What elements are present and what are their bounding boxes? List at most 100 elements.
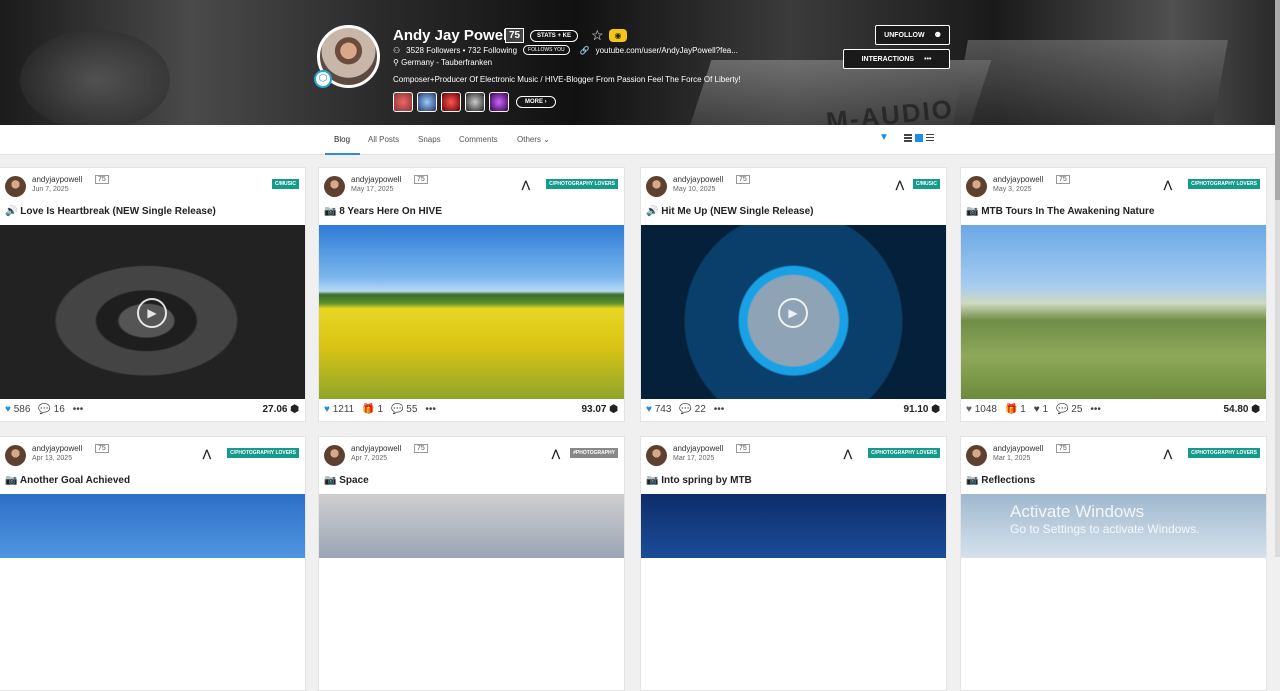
tab-snaps[interactable]: Snaps xyxy=(418,135,441,144)
author-avatar[interactable] xyxy=(324,176,345,197)
gift-count: 1 xyxy=(1020,404,1026,415)
more-icon[interactable]: ••• xyxy=(425,404,436,415)
filter-icon[interactable]: ▼ xyxy=(879,132,889,143)
post-title[interactable]: 🔊 Hit Me Up (NEW Single Release) xyxy=(646,206,813,217)
view-toggle xyxy=(904,134,934,142)
author-name[interactable]: andyjaypowell xyxy=(32,175,82,184)
community-badge[interactable]: C/PHOTOGRAPHY LOVERS xyxy=(868,448,940,458)
post-card[interactable]: andyjaypowell 75 Jun 7, 2025 C/MUSIC 🔊 L… xyxy=(0,167,306,422)
post-card[interactable]: andyjaypowell 75 Mar 1, 2025 ⋀ C/PHOTOGR… xyxy=(960,436,1267,691)
post-title[interactable]: 📷 Another Goal Achieved xyxy=(5,475,130,486)
heart-icon[interactable]: ♥ xyxy=(646,404,652,415)
post-title[interactable]: 📷 Space xyxy=(324,475,369,486)
badge-icon[interactable] xyxy=(465,92,485,112)
author-name[interactable]: andyjaypowell xyxy=(32,444,82,453)
profile-name: Andy Jay Powell xyxy=(393,27,512,44)
post-card[interactable]: andyjaypowell 75 Mar 17, 2025 ⋀ C/PHOTOG… xyxy=(640,436,947,691)
badge-icon[interactable] xyxy=(489,92,509,112)
interactions-button[interactable]: INTERACTIONS ••• xyxy=(843,49,950,69)
play-icon[interactable]: ▶ xyxy=(137,298,167,328)
author-avatar[interactable] xyxy=(324,445,345,466)
link-icon: 🔗 xyxy=(579,45,590,55)
page-scrollbar[interactable] xyxy=(1275,0,1280,557)
author-name[interactable]: andyjaypowell xyxy=(351,175,401,184)
post-date: Apr 7, 2025 xyxy=(351,455,388,462)
community-badge[interactable]: C/PHOTOGRAPHY LOVERS xyxy=(1188,179,1260,189)
author-name[interactable]: andyjaypowell xyxy=(673,444,723,453)
post-thumbnail[interactable] xyxy=(319,225,624,399)
tab-blog[interactable]: Blog xyxy=(334,135,350,144)
author-avatar[interactable] xyxy=(966,445,987,466)
author-avatar[interactable] xyxy=(966,176,987,197)
comment-icon[interactable]: 💬 xyxy=(1056,404,1068,415)
post-title[interactable]: 📷 8 Years Here On HIVE xyxy=(324,206,442,217)
post-title[interactable]: 📷 MTB Tours In The Awakening Nature xyxy=(966,206,1154,217)
post-card[interactable]: andyjaypowell 75 Apr 13, 2025 ⋀ C/PHOTOG… xyxy=(0,436,306,691)
post-thumbnail[interactable] xyxy=(319,494,624,558)
post-thumbnail[interactable] xyxy=(0,494,305,558)
community-badge[interactable]: C/PHOTOGRAPHY LOVERS xyxy=(1188,448,1260,458)
post-card[interactable]: andyjaypowell 75 May 10, 2025 ⋀ C/MUSIC … xyxy=(640,167,947,422)
author-avatar[interactable] xyxy=(646,445,667,466)
author-name[interactable]: andyjaypowell xyxy=(993,175,1043,184)
community-badge[interactable]: C/PHOTOGRAPHY LOVERS xyxy=(227,448,299,458)
heart-icon[interactable]: ♥ xyxy=(324,404,330,415)
unfollow-button[interactable]: UNFOLLOW ⚉ xyxy=(875,25,950,45)
author-name[interactable]: andyjaypowell xyxy=(351,444,401,453)
followers-following[interactable]: 3528 Followers • 732 Following xyxy=(406,46,517,55)
comment-icon[interactable]: 💬 xyxy=(38,404,50,415)
more-badges-button[interactable]: MORE › xyxy=(516,96,556,108)
post-title[interactable]: 🔊 Love Is Heartbreak (NEW Single Release… xyxy=(5,206,216,217)
post-title[interactable]: 📷 Into spring by MTB xyxy=(646,475,752,486)
gift-icon[interactable]: 🎁 xyxy=(1005,404,1017,415)
play-icon[interactable]: ▶ xyxy=(778,298,808,328)
badge-icon[interactable] xyxy=(441,92,461,112)
more-icon[interactable]: ••• xyxy=(714,404,725,415)
author-avatar[interactable] xyxy=(646,176,667,197)
community-badge[interactable]: #PHOTOGRAPHY xyxy=(570,448,618,458)
badge-icon[interactable] xyxy=(417,92,437,112)
comment-icon[interactable]: 💬 xyxy=(679,404,691,415)
star-icon[interactable]: ☆ xyxy=(591,27,604,44)
post-thumbnail[interactable] xyxy=(641,494,946,558)
author-avatar[interactable] xyxy=(5,445,26,466)
community-badge[interactable]: C/PHOTOGRAPHY LOVERS xyxy=(546,179,618,189)
post-card[interactable]: andyjaypowell 75 May 3, 2025 ⋀ C/PHOTOGR… xyxy=(960,167,1267,422)
more-icon[interactable]: ••• xyxy=(1090,404,1101,415)
grid-view-icon[interactable] xyxy=(915,134,923,142)
compact-view-icon[interactable] xyxy=(926,134,934,142)
comment-icon[interactable]: 💬 xyxy=(391,404,403,415)
author-reputation: 75 xyxy=(95,175,109,184)
list-view-icon[interactable] xyxy=(904,134,912,142)
tab-others[interactable]: Others ⌄ xyxy=(517,135,550,144)
heart-icon[interactable]: ♥ xyxy=(5,404,11,415)
post-date: Mar 17, 2025 xyxy=(673,455,715,462)
comment-count: 16 xyxy=(53,404,65,415)
author-avatar[interactable] xyxy=(5,176,26,197)
post-date: Mar 1, 2025 xyxy=(993,455,1031,462)
more-icon[interactable]: ••• xyxy=(73,404,84,415)
website-link[interactable]: youtube.com/user/AndyJayPowell?fea... xyxy=(596,46,738,55)
post-card[interactable]: andyjaypowell 75 Apr 7, 2025 ⋀ #PHOTOGRA… xyxy=(318,436,625,691)
author-name[interactable]: andyjaypowell xyxy=(993,444,1043,453)
heart-icon[interactable]: ♥ xyxy=(966,404,972,415)
scrollbar-thumb[interactable] xyxy=(1275,0,1280,200)
post-title[interactable]: 📷 Reflections xyxy=(966,475,1035,486)
gamepad-icon[interactable]: ◉ xyxy=(609,29,627,42)
tab-all-posts[interactable]: All Posts xyxy=(368,135,399,144)
reblog-icon[interactable]: ♥ xyxy=(1034,404,1040,415)
post-card[interactable]: andyjaypowell 75 May 17, 2025 ⋀ C/PHOTOG… xyxy=(318,167,625,422)
tab-comments[interactable]: Comments xyxy=(459,135,498,144)
location-icon: ⚲ xyxy=(393,58,399,67)
post-thumbnail[interactable] xyxy=(961,225,1266,399)
author-reputation: 75 xyxy=(736,444,750,453)
community-badge[interactable]: C/MUSIC xyxy=(912,179,940,189)
app-icon: ⋀ xyxy=(1163,449,1172,460)
stats-button[interactable]: STATS + KE xyxy=(530,30,578,42)
author-name[interactable]: andyjaypowell xyxy=(673,175,723,184)
gift-icon[interactable]: 🎁 xyxy=(362,404,374,415)
payout-value: 54.80 xyxy=(1223,404,1249,415)
community-badge[interactable]: C/MUSIC xyxy=(271,179,299,189)
badge-icon[interactable] xyxy=(393,92,413,112)
tab-others-label: Others xyxy=(517,135,542,144)
